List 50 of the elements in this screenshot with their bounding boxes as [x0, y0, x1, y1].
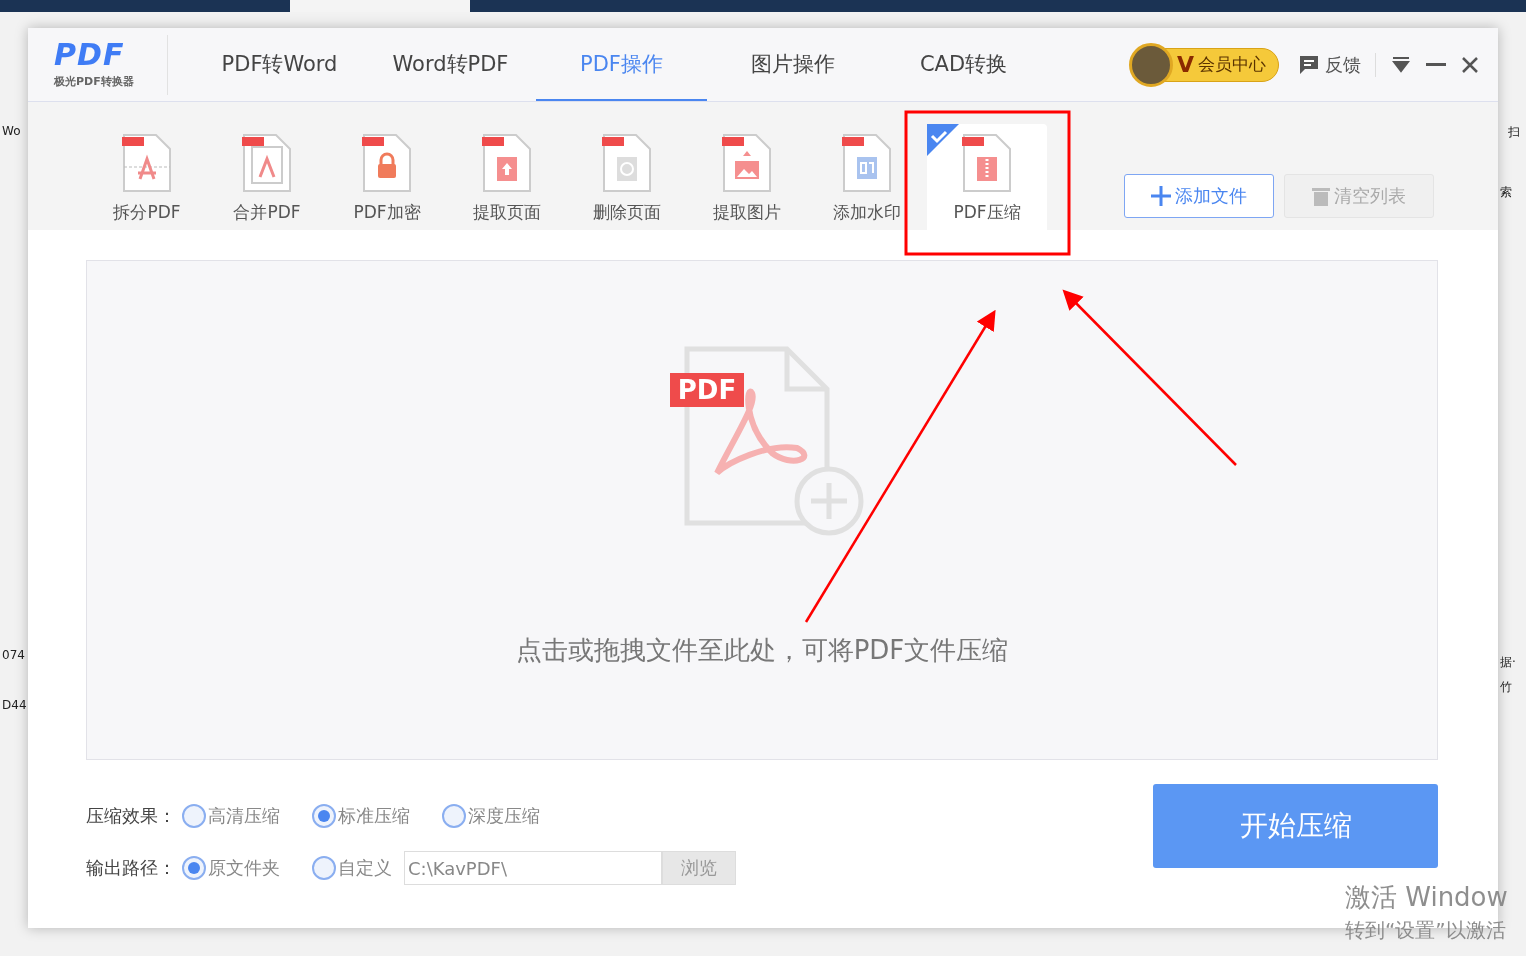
- radio-option[interactable]: 自定义: [312, 856, 392, 880]
- background-text: D44: [2, 698, 27, 712]
- plus-icon: [1151, 186, 1171, 206]
- pdf-badge: PDF: [669, 373, 745, 407]
- vip-mark: V: [1176, 52, 1194, 77]
- radio-option[interactable]: 深度压缩: [442, 804, 540, 828]
- tool-item[interactable]: 删除页面: [567, 124, 687, 230]
- drop-zone[interactable]: PDF 点击或拖拽文件至此处，可将PDF文件压缩: [86, 260, 1438, 760]
- nav-tab[interactable]: PDF转Word: [194, 28, 365, 101]
- background-text: 索: [1500, 184, 1512, 201]
- tool-item[interactable]: 提取图片: [687, 124, 807, 230]
- vip-label: 会员中心: [1198, 53, 1266, 76]
- activation-notice: 激活 Window: [1345, 881, 1508, 914]
- app-name: 极光PDF转换器: [54, 74, 135, 89]
- option-label: 压缩效果：: [86, 804, 177, 828]
- background-text: 扫: [1508, 124, 1520, 141]
- radio-dot[interactable]: [312, 856, 336, 880]
- path-field[interactable]: C:\KavPDF\: [404, 851, 662, 885]
- tool-item[interactable]: PDF加密: [327, 124, 447, 230]
- trash-icon: [1312, 186, 1330, 206]
- message-icon: [1299, 54, 1319, 75]
- tool-item[interactable]: 合并PDF: [207, 124, 327, 230]
- radio-dot[interactable]: [182, 804, 206, 828]
- radio-dot[interactable]: [442, 804, 466, 828]
- radio-dot[interactable]: [182, 856, 206, 880]
- feedback-button[interactable]: 反馈: [1299, 52, 1376, 77]
- radio-dot[interactable]: [312, 804, 336, 828]
- background-text: 据·: [1500, 654, 1516, 671]
- nav-tab[interactable]: Word转PDF: [365, 28, 536, 101]
- nav-tab[interactable]: CAD转换: [878, 28, 1049, 101]
- close-icon[interactable]: [1462, 56, 1478, 73]
- tool-item[interactable]: PDF压缩: [927, 124, 1047, 230]
- background-text: 竹: [1500, 679, 1512, 696]
- tool-item[interactable]: 提取页面: [447, 124, 567, 230]
- background-text: Wo: [2, 124, 21, 138]
- minimize-icon[interactable]: [1426, 62, 1446, 67]
- activation-notice: 转到“设置”以激活: [1345, 917, 1507, 944]
- add-file-button[interactable]: 添加文件: [1124, 174, 1274, 218]
- radio-option[interactable]: 标准压缩: [312, 804, 410, 828]
- radio-option[interactable]: 原文件夹: [182, 856, 280, 880]
- dropdown-icon[interactable]: [1392, 56, 1410, 73]
- background-text: 074: [2, 648, 25, 662]
- tool-item[interactable]: 添加水印: [807, 124, 927, 230]
- radio-option[interactable]: 高清压缩: [182, 804, 280, 828]
- nav-tab[interactable]: 图片操作: [707, 28, 878, 101]
- drop-hint: 点击或拖拽文件至此处，可将PDF文件压缩: [515, 634, 1009, 667]
- logo-mark: PDF: [54, 40, 126, 70]
- option-label: 输出路径：: [86, 856, 177, 880]
- check-corner-icon: [927, 124, 959, 156]
- tool-item[interactable]: 拆分PDF: [87, 124, 207, 230]
